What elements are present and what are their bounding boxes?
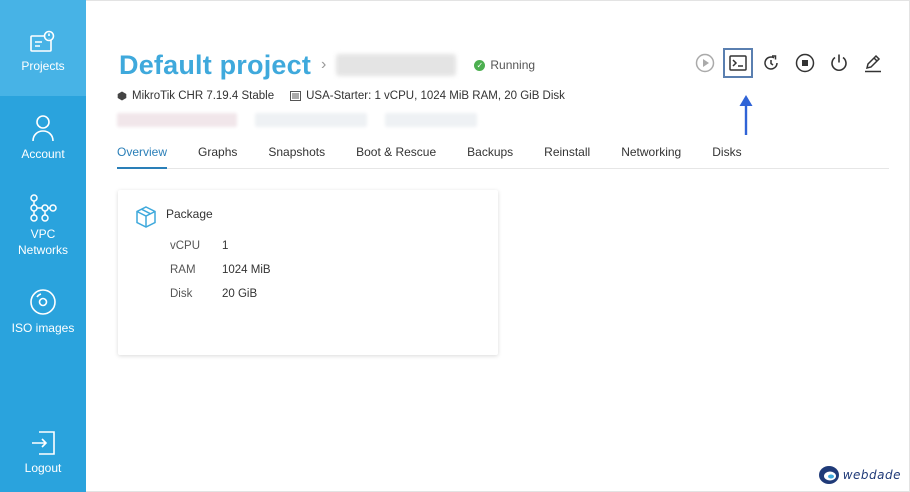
- spec-key: RAM: [170, 264, 196, 276]
- edit-button[interactable]: [857, 48, 889, 78]
- tab-boot-rescue[interactable]: Boot & Rescue: [356, 141, 436, 169]
- reinstall-button[interactable]: [755, 48, 787, 78]
- os-info: MikroTik CHR 7.19.4 Stable: [117, 90, 274, 102]
- tab-networking[interactable]: Networking: [621, 141, 681, 169]
- reinstall-icon: [764, 55, 778, 70]
- projects-icon: [30, 30, 55, 52]
- console-icon: [729, 55, 747, 71]
- webdade-logo-mark-icon: [818, 466, 839, 484]
- play-icon: [695, 53, 715, 73]
- spec-value: 1024 MiB: [222, 264, 271, 276]
- console-button[interactable]: [723, 48, 753, 78]
- start-button[interactable]: [689, 48, 721, 78]
- network-icon: [30, 194, 57, 222]
- sidebar-item-iso-images[interactable]: ISO images: [0, 288, 86, 344]
- user-icon: [32, 115, 54, 142]
- sidebar-item-label: Networks: [17, 243, 68, 257]
- plan-info: USA-Starter: 1 vCPU, 1024 MiB RAM, 20 Gi…: [290, 90, 565, 102]
- page-title: Default project: [119, 49, 312, 80]
- tab-bar: Overview Graphs Snapshots Boot & Rescue …: [117, 141, 889, 169]
- arrow-up-icon: [739, 95, 753, 135]
- tab-disks[interactable]: Disks: [712, 141, 741, 169]
- tab-overview[interactable]: Overview: [117, 141, 168, 169]
- os-label: MikroTik CHR 7.19.4 Stable: [132, 90, 275, 102]
- plan-icon: [290, 91, 302, 101]
- tab-reinstall[interactable]: Reinstall: [544, 141, 590, 169]
- power-icon: [831, 54, 847, 71]
- sidebar-item-account[interactable]: Account: [0, 114, 86, 174]
- stop-icon: [795, 53, 815, 73]
- main-content: Default project › ✓ Running MikroTik CHR…: [86, 0, 910, 492]
- package-card: Package vCPU 1 RAM 1024 MiB Disk 20 GiB: [118, 190, 498, 355]
- check-icon: ✓: [474, 59, 486, 71]
- sidebar-item-vpc-networks[interactable]: VPC Networks: [0, 194, 86, 266]
- sidebar-item-logout[interactable]: Logout: [0, 430, 86, 486]
- tab-snapshots[interactable]: Snapshots: [268, 141, 325, 169]
- os-icon: [117, 91, 127, 101]
- webdade-logo-text: webdade: [842, 468, 901, 482]
- sidebar-item-label: VPC: [30, 227, 56, 241]
- spec-value: 20 GiB: [222, 288, 258, 300]
- sidebar-item-label: ISO images: [11, 321, 75, 335]
- power-button[interactable]: [823, 48, 855, 78]
- package-title: Package: [166, 207, 213, 221]
- spec-row-ram: RAM 1024 MiB: [170, 264, 271, 276]
- spec-key: vCPU: [170, 240, 201, 252]
- edit-icon: [865, 54, 881, 73]
- server-info: MikroTik CHR 7.19.4 Stable USA-Starter: …: [117, 90, 581, 102]
- sidebar-item-label: Logout: [24, 461, 62, 475]
- package-icon: [136, 206, 156, 228]
- spec-row-vcpu: vCPU 1: [170, 240, 228, 252]
- sidebar-item-label: Account: [21, 147, 65, 161]
- redacted-server-name: [336, 54, 457, 76]
- tab-backups[interactable]: Backups: [467, 141, 513, 169]
- sidebar-item-label: Projects: [21, 59, 65, 73]
- status-badge: ✓ Running: [474, 58, 535, 72]
- redacted-chip: [385, 113, 477, 127]
- sidebar-item-projects[interactable]: Projects: [0, 0, 86, 96]
- spec-row-disk: Disk 20 GiB: [170, 288, 257, 300]
- webdade-logo: webdade: [818, 465, 901, 485]
- package-card-header: Package: [134, 205, 213, 229]
- server-toolbar: [689, 48, 889, 78]
- plan-label: USA-Starter: 1 vCPU, 1024 MiB RAM, 20 Gi…: [306, 90, 565, 102]
- header: Default project › ✓ Running: [119, 47, 535, 83]
- sidebar: Projects Account VPC Networks ISO images: [0, 0, 86, 492]
- tab-graphs[interactable]: Graphs: [198, 141, 237, 169]
- breadcrumb-separator: ›: [321, 56, 327, 73]
- redacted-chip: [255, 113, 367, 127]
- spec-value: 1: [222, 240, 229, 252]
- disc-icon: [30, 289, 56, 315]
- redacted-chip: [117, 113, 237, 127]
- redacted-info-row: [117, 113, 477, 127]
- stop-button[interactable]: [789, 48, 821, 78]
- logout-icon: [32, 431, 55, 455]
- spec-key: Disk: [170, 288, 193, 300]
- status-text: Running: [490, 58, 536, 72]
